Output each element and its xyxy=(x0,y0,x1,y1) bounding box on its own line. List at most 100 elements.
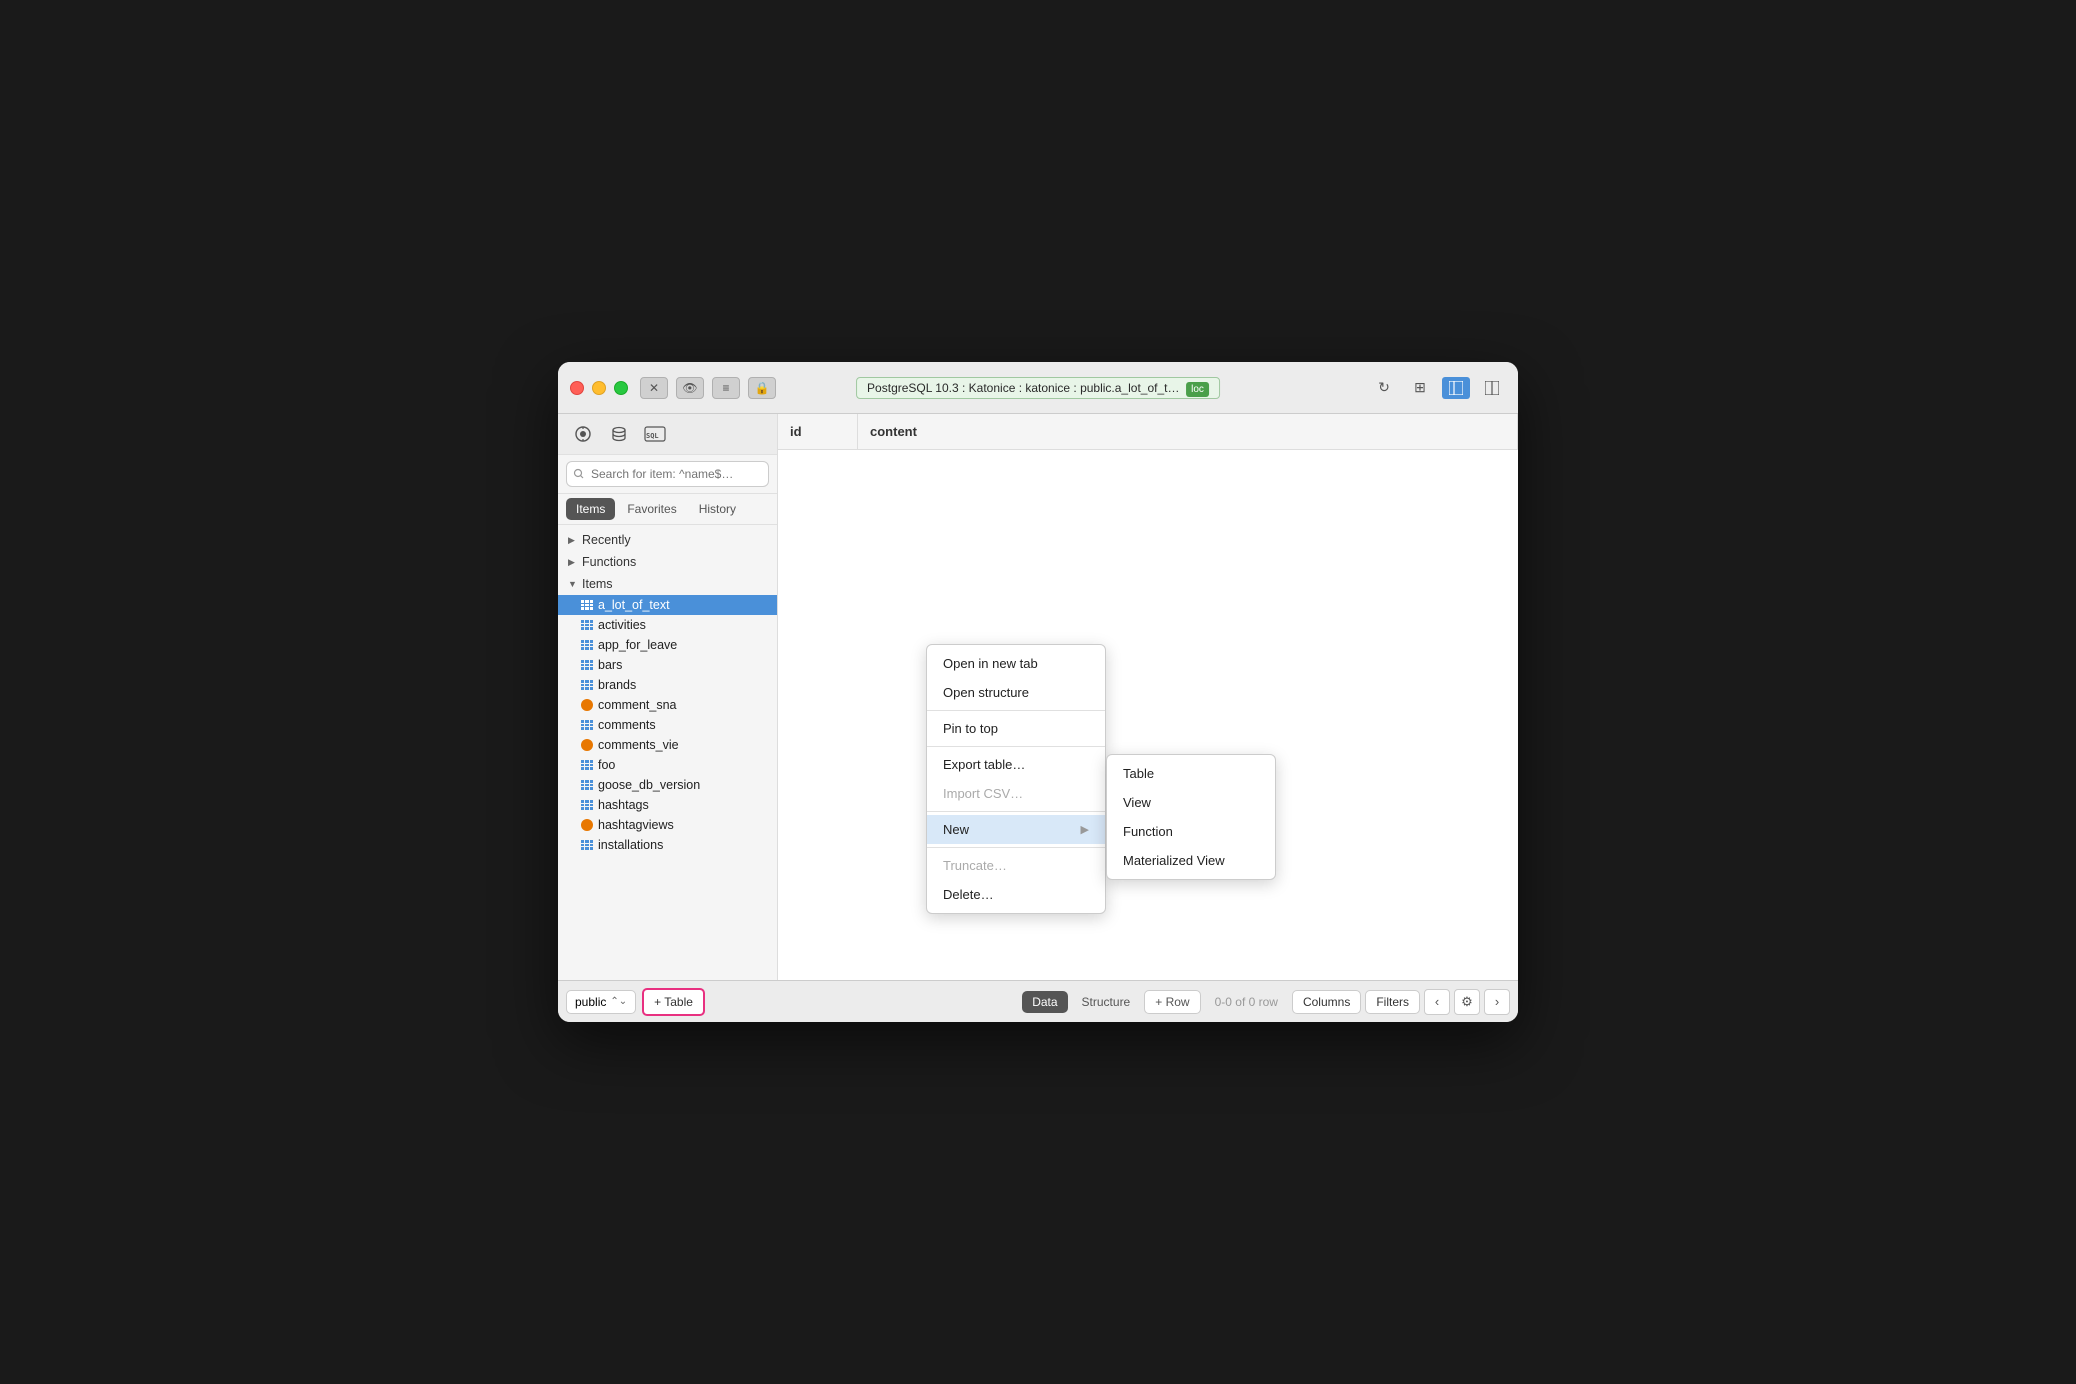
ctx-divider-1 xyxy=(927,710,1105,711)
ctx-truncate-label: Truncate… xyxy=(943,858,1007,873)
main-content: SQL Items Favorites History ▶ Recently xyxy=(558,414,1518,980)
tree-item-hashtagviews[interactable]: hashtagviews xyxy=(558,815,777,835)
tree-item-hashtags[interactable]: hashtags xyxy=(558,795,777,815)
prev-page-icon[interactable]: ‹ xyxy=(1424,989,1450,1015)
layout-active-icon[interactable] xyxy=(1442,377,1470,399)
refresh-icon[interactable]: ↻ xyxy=(1370,377,1398,399)
ctx-open-structure-label: Open structure xyxy=(943,685,1029,700)
arrow-functions: ▶ xyxy=(568,557,578,568)
tab-items[interactable]: Items xyxy=(566,498,615,520)
title-bar: ✕ 👁 ≡ 🔒 PostgreSQL 10.3 : Katonice : kat… xyxy=(558,362,1518,414)
ctx-divider-4 xyxy=(927,847,1105,848)
ctx-open-structure[interactable]: Open structure xyxy=(927,678,1105,707)
tree-item-activities[interactable]: activities xyxy=(558,615,777,635)
tree-item-app-for-leave[interactable]: app_for_leave xyxy=(558,635,777,655)
ctx-new[interactable]: New ▶ xyxy=(927,815,1105,844)
section-recently-header[interactable]: ▶ Recently xyxy=(558,529,777,551)
section-functions: ▶ Functions xyxy=(558,551,777,573)
ctx-new-arrow: ▶ xyxy=(1081,823,1089,836)
table-icon-installations xyxy=(580,839,594,851)
table-icon-a-lot xyxy=(580,599,594,611)
ctx-new-label: New xyxy=(943,822,969,837)
table-icon-brands xyxy=(580,679,594,691)
ctx-import-csv[interactable]: Import CSV… xyxy=(927,779,1105,808)
tab-history[interactable]: History xyxy=(689,498,746,520)
minimize-button[interactable] xyxy=(592,381,606,395)
item-label-hashtags: hashtags xyxy=(598,798,649,812)
submenu-table[interactable]: Table xyxy=(1107,759,1275,788)
traffic-lights xyxy=(570,381,628,395)
close-button[interactable] xyxy=(570,381,584,395)
ctx-export-table[interactable]: Export table… xyxy=(927,750,1105,779)
item-label-comment-snap: comment_sna xyxy=(598,698,677,712)
tab-favorites[interactable]: Favorites xyxy=(617,498,686,520)
next-page-icon[interactable]: › xyxy=(1484,989,1510,1015)
table-icon-goose xyxy=(580,779,594,791)
ctx-divider-3 xyxy=(927,811,1105,812)
table-icon-bars xyxy=(580,659,594,671)
ctx-divider-2 xyxy=(927,746,1105,747)
submenu-view[interactable]: View xyxy=(1107,788,1275,817)
add-row-button[interactable]: + Row xyxy=(1144,990,1200,1014)
tree-item-comments[interactable]: comments xyxy=(558,715,777,735)
layout-split-icon[interactable] xyxy=(1478,377,1506,399)
item-label-app-for-leave: app_for_leave xyxy=(598,638,677,652)
list-icon[interactable]: ≡ xyxy=(712,377,740,399)
filters-button[interactable]: Filters xyxy=(1365,990,1420,1014)
view-icon-comment-snap xyxy=(580,699,594,711)
close-icon[interactable]: ✕ xyxy=(640,377,668,399)
tree-item-comments-vie[interactable]: comments_vie xyxy=(558,735,777,755)
loc-badge: loc xyxy=(1186,382,1209,397)
item-label-a-lot-of-text: a_lot_of_text xyxy=(598,598,670,612)
tree-item-foo[interactable]: foo xyxy=(558,755,777,775)
columns-button[interactable]: Columns xyxy=(1292,990,1361,1014)
tree-item-bars[interactable]: bars xyxy=(558,655,777,675)
table-header: id content xyxy=(778,414,1518,450)
add-row-label: + Row xyxy=(1155,995,1189,1009)
search-input[interactable] xyxy=(566,461,769,487)
title-bar-center: PostgreSQL 10.3 : Katonice : katonice : … xyxy=(856,377,1220,399)
tab-structure[interactable]: Structure xyxy=(1072,991,1141,1013)
col-content-label: content xyxy=(870,424,917,439)
title-bar-controls: ✕ 👁 ≡ 🔒 xyxy=(640,377,776,399)
ctx-pin-to-top[interactable]: Pin to top xyxy=(927,714,1105,743)
item-label-installations: installations xyxy=(598,838,663,852)
submenu: Table View Function Materialized View xyxy=(1106,754,1276,880)
submenu-view-label: View xyxy=(1123,795,1151,810)
ctx-open-new-tab-label: Open in new tab xyxy=(943,656,1038,671)
database-icon[interactable] xyxy=(604,422,634,446)
section-items-header[interactable]: ▼ Items xyxy=(558,573,777,595)
sidebar-tab-bar: Items Favorites History xyxy=(558,494,777,525)
tab-data[interactable]: Data xyxy=(1022,991,1067,1013)
tree-item-brands[interactable]: brands xyxy=(558,675,777,695)
tree-item-goose-db-version[interactable]: goose_db_version xyxy=(558,775,777,795)
eye-icon[interactable]: 👁 xyxy=(676,377,704,399)
sql-icon[interactable]: SQL xyxy=(640,422,670,446)
tree-item-comment-snap[interactable]: comment_sna xyxy=(558,695,777,715)
main-panel: id content xyxy=(778,414,1518,980)
add-table-button[interactable]: + Table xyxy=(642,988,705,1016)
section-functions-header[interactable]: ▶ Functions xyxy=(558,551,777,573)
tree-item-a-lot-of-text[interactable]: a_lot_of_text xyxy=(558,595,777,615)
context-menu: Open in new tab Open structure Pin to to… xyxy=(926,644,1106,914)
item-label-foo: foo xyxy=(598,758,615,772)
grid-view-icon[interactable]: ⊞ xyxy=(1406,377,1434,399)
connection-icon[interactable] xyxy=(568,422,598,446)
submenu-materialized-view[interactable]: Materialized View xyxy=(1107,846,1275,875)
lock-icon[interactable]: 🔒 xyxy=(748,377,776,399)
fullscreen-button[interactable] xyxy=(614,381,628,395)
settings-icon[interactable]: ⚙ xyxy=(1454,989,1480,1015)
tree-item-installations[interactable]: installations xyxy=(558,835,777,855)
table-icon-comments xyxy=(580,719,594,731)
ctx-delete[interactable]: Delete… xyxy=(927,880,1105,909)
add-table-label: + Table xyxy=(654,995,693,1009)
schema-selector[interactable]: public ⌃⌄ xyxy=(566,990,636,1014)
submenu-function[interactable]: Function xyxy=(1107,817,1275,846)
table-icon-activities xyxy=(580,619,594,631)
submenu-function-label: Function xyxy=(1123,824,1173,839)
row-info: 0-0 of 0 row xyxy=(1205,995,1288,1009)
item-label-bars: bars xyxy=(598,658,622,672)
ctx-open-new-tab[interactable]: Open in new tab xyxy=(927,649,1105,678)
ctx-import-label: Import CSV… xyxy=(943,786,1023,801)
ctx-truncate[interactable]: Truncate… xyxy=(927,851,1105,880)
